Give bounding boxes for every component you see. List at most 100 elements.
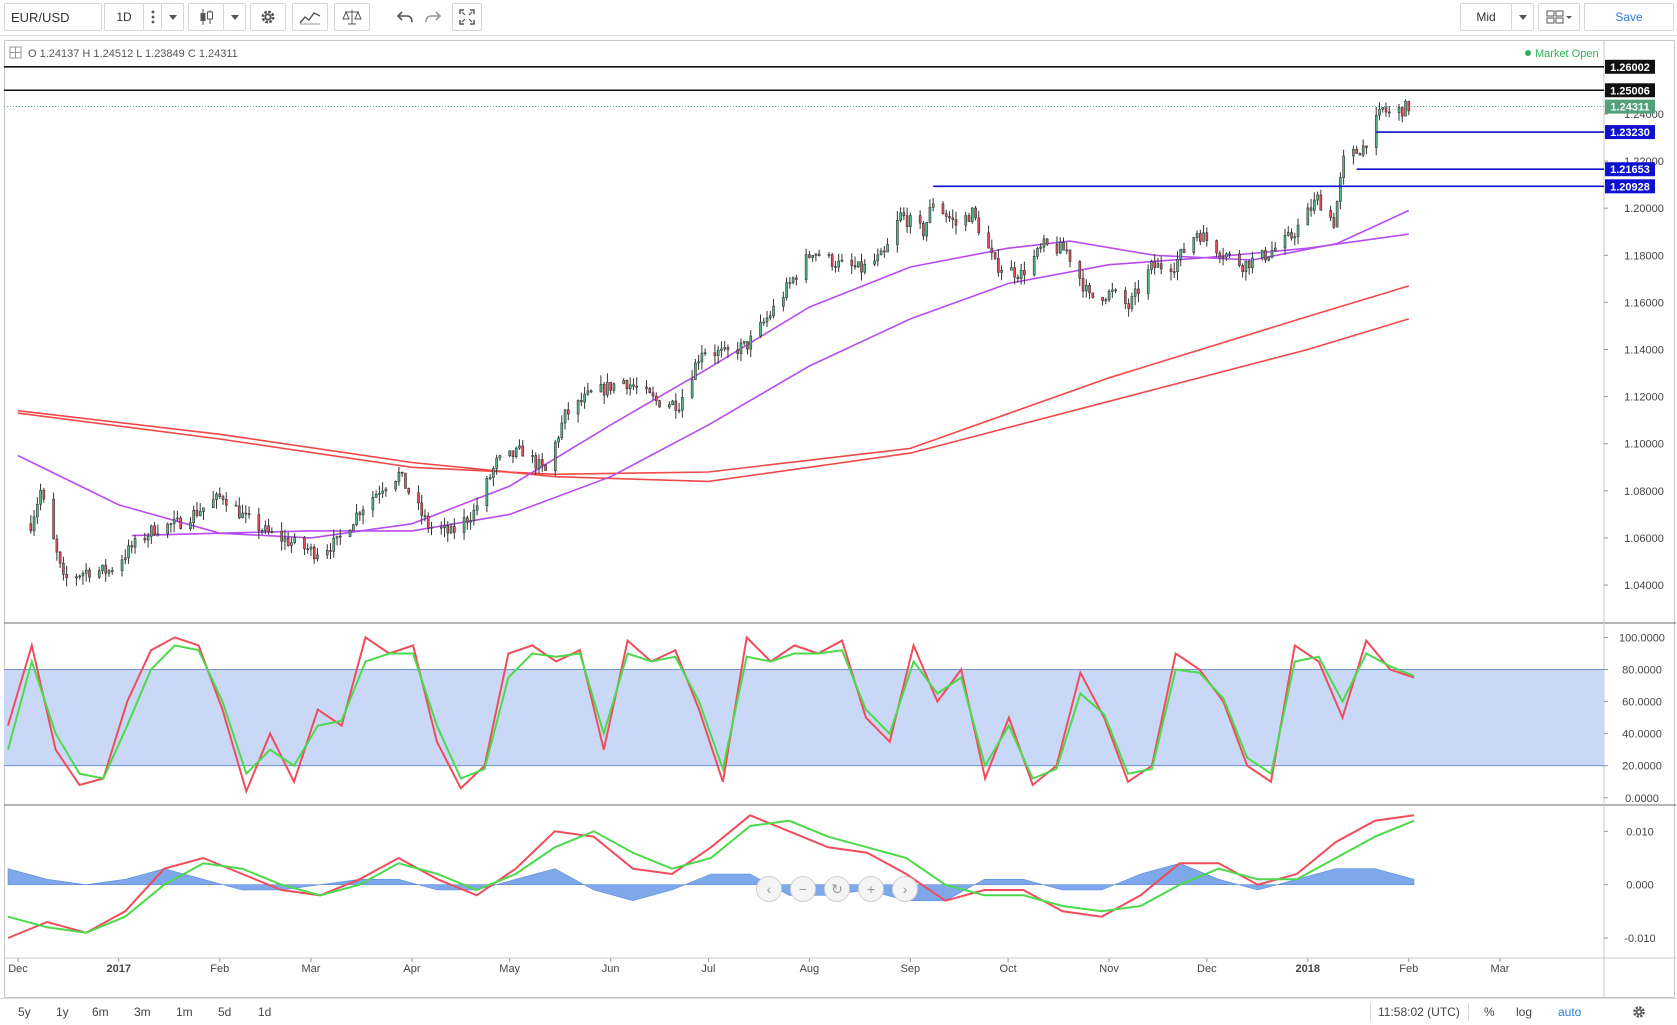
candle	[1270, 241, 1274, 259]
candle	[628, 377, 632, 396]
candle	[453, 518, 456, 540]
candle	[1085, 279, 1088, 298]
level-label: 1.24311	[1610, 102, 1649, 114]
candle	[554, 439, 557, 477]
candle	[970, 207, 974, 224]
candle	[1286, 226, 1290, 237]
range-1y-button[interactable]: 1y	[56, 1005, 69, 1019]
interval-dropdown-button[interactable]	[162, 3, 184, 31]
candle	[202, 507, 205, 521]
candle	[286, 531, 290, 547]
scroll-right-button[interactable]: ›	[892, 876, 918, 902]
price-source-dropdown-button[interactable]	[1512, 3, 1534, 31]
candle	[511, 450, 515, 464]
log-scale-toggle[interactable]: log	[1516, 1005, 1532, 1019]
candle	[1244, 260, 1248, 281]
x-tick-label: Nov	[1099, 963, 1119, 975]
candle	[703, 348, 707, 356]
candle	[1218, 250, 1222, 264]
candle	[381, 482, 384, 499]
range-5y-button[interactable]: 5y	[18, 1005, 31, 1019]
candle	[1013, 261, 1016, 285]
candle	[1358, 152, 1362, 156]
candle	[224, 492, 228, 512]
gear-icon[interactable]	[1631, 1004, 1647, 1020]
y-tick-label: 1.12000	[1624, 392, 1664, 404]
candle	[531, 449, 534, 464]
save-button[interactable]: Save	[1584, 3, 1674, 31]
candle	[544, 464, 547, 472]
candle	[899, 207, 902, 223]
range-3m-button[interactable]: 3m	[134, 1005, 151, 1019]
candle	[1264, 246, 1267, 264]
settings-button[interactable]	[250, 3, 286, 31]
x-tick-label: Feb	[1399, 963, 1418, 975]
chart-style-button[interactable]	[188, 3, 224, 31]
candle	[811, 254, 814, 262]
candle	[658, 400, 661, 408]
compare-icon	[342, 10, 362, 25]
candle	[1361, 139, 1365, 158]
range-1d-button[interactable]: 1d	[258, 1005, 271, 1019]
candle	[335, 535, 339, 546]
candle	[1296, 218, 1300, 245]
scroll-left-button[interactable]: ‹	[756, 876, 782, 902]
candle	[518, 439, 521, 450]
reset-chart-button[interactable]: ↻	[824, 876, 850, 902]
candle	[1355, 145, 1358, 154]
interval-more-button[interactable]	[144, 3, 162, 31]
chart-style-dropdown-button[interactable]	[224, 3, 246, 31]
moving-average-line	[17, 285, 1410, 476]
candle	[439, 521, 443, 535]
y-tick-label: 1.16000	[1624, 297, 1664, 309]
candle	[769, 311, 772, 321]
candle	[1169, 263, 1173, 281]
macd-histogram	[7, 862, 1415, 902]
percent-scale-toggle[interactable]: %	[1484, 1005, 1495, 1019]
redo-button[interactable]	[420, 3, 446, 31]
candle	[1381, 106, 1385, 113]
candle	[371, 490, 375, 518]
fullscreen-button[interactable]	[452, 3, 482, 31]
candle	[1228, 251, 1231, 258]
candle	[567, 402, 570, 421]
candle	[896, 211, 899, 253]
interval-button[interactable]: 1D	[104, 3, 144, 31]
range-6m-button[interactable]: 6m	[92, 1005, 109, 1019]
candle	[1319, 189, 1323, 211]
chart-canvas[interactable]: O 1.24137 H 1.24512 L 1.23849 C 1.24311 …	[4, 40, 1676, 1000]
range-1m-button[interactable]: 1m	[176, 1005, 193, 1019]
candle	[589, 389, 593, 394]
indicators-button[interactable]	[292, 3, 328, 31]
compare-button[interactable]	[334, 3, 370, 31]
candle	[951, 209, 955, 229]
zoom-out-button[interactable]: −	[790, 876, 816, 902]
auto-scale-toggle[interactable]: auto	[1558, 1005, 1581, 1019]
candle	[260, 528, 264, 535]
candle	[332, 529, 336, 558]
range-5d-button[interactable]: 5d	[218, 1005, 231, 1019]
candle	[918, 210, 922, 230]
candle	[469, 512, 472, 530]
candle	[1010, 260, 1013, 271]
candle	[238, 497, 241, 520]
candle	[241, 504, 244, 519]
zoom-in-button[interactable]: +	[858, 876, 884, 902]
candle	[404, 472, 407, 489]
layout-button[interactable]	[1538, 3, 1580, 31]
candle	[967, 212, 971, 222]
candle	[635, 377, 639, 395]
candle	[1156, 257, 1160, 268]
undo-button[interactable]	[392, 3, 418, 31]
candle	[886, 238, 889, 253]
candle	[645, 380, 648, 395]
symbol-search-input[interactable]: EUR/USD	[4, 3, 102, 31]
price-source-select[interactable]: Mid	[1460, 3, 1512, 31]
x-tick-label: Dec	[1197, 963, 1217, 975]
y-tick-label: 1.20000	[1624, 203, 1664, 215]
candle	[218, 487, 222, 500]
candle	[964, 211, 968, 232]
candle	[1195, 230, 1199, 242]
candle	[1150, 259, 1153, 275]
candle	[127, 539, 130, 564]
